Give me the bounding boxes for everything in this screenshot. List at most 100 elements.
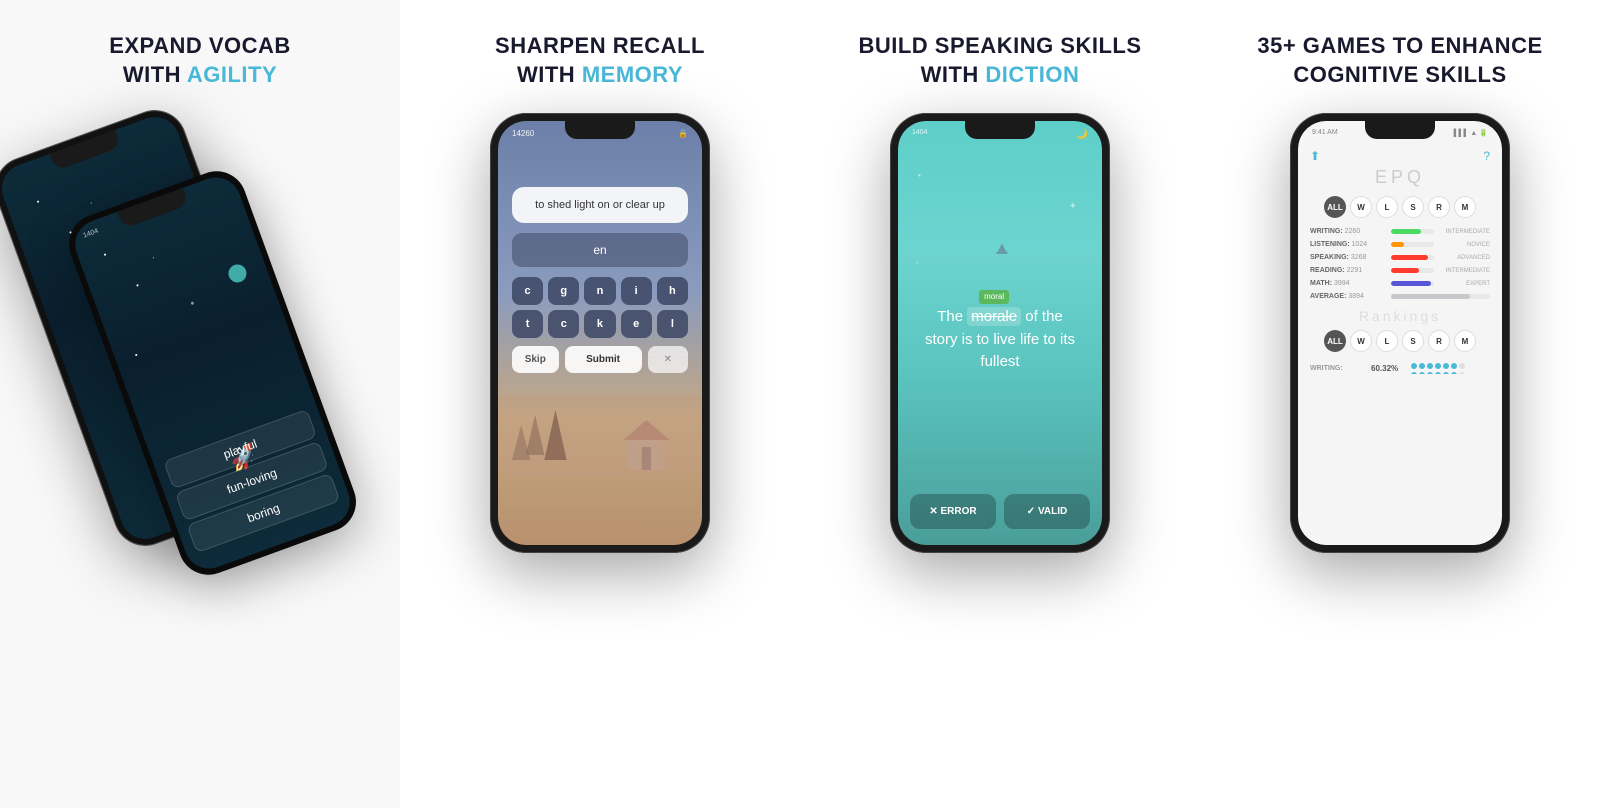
pill-l[interactable]: L: [1376, 196, 1398, 218]
word-choices: playful fun-loving boring: [154, 406, 350, 557]
answer-field[interactable]: en: [512, 233, 688, 267]
status-text: 1404: [82, 228, 99, 240]
stat-level-0: INTERMEDIATE: [1440, 229, 1490, 235]
stat-label-5: AVERAGE: 3894: [1310, 293, 1385, 300]
stat-label-0: WRITING: 2260: [1310, 228, 1385, 235]
diction-screen: 1404 🌙 • ✦ •: [898, 121, 1102, 545]
rank-people: [1408, 362, 1468, 374]
share-icon[interactable]: ⬆: [1310, 149, 1320, 163]
rank-writing-label: WRITING:: [1310, 365, 1365, 372]
progress-fill-1: [1391, 242, 1404, 247]
phone-frame-4: 9:41 AM ▌▌▌ ▲ 🔋 ⬆ ? EPQ ALL W L S R M: [1290, 113, 1510, 553]
boat-icon: [996, 244, 1007, 255]
stat-label-2: SPEAKING: 3268: [1310, 254, 1385, 261]
epq-screen: 9:41 AM ▌▌▌ ▲ 🔋 ⬆ ? EPQ ALL W L S R M: [1298, 121, 1502, 545]
notch-4: [1365, 121, 1435, 139]
star: [104, 254, 107, 257]
phone-tilted-container: 1404 🚀 playful fun-loving boring: [20, 103, 380, 783]
stats-container: WRITING: 2260 INTERMEDIATE LISTENING: 10…: [1310, 228, 1490, 300]
rank-pill-w[interactable]: W: [1350, 330, 1372, 352]
pill-w[interactable]: W: [1350, 196, 1372, 218]
stat-row-5: AVERAGE: 3894: [1310, 293, 1490, 300]
word-error-container: moral morale: [967, 306, 1021, 329]
skip-button[interactable]: Skip: [512, 346, 559, 373]
progress-fill-3: [1391, 268, 1419, 273]
title-line1-4: 35+ GAMES TO ENHANCE: [1257, 33, 1542, 58]
panel-memory: SHARPEN RECALL WITH MEMORY 14260 🛡 4 🔒 t…: [400, 0, 800, 808]
pill-all[interactable]: ALL: [1324, 196, 1346, 218]
notch: [49, 130, 121, 171]
star: [91, 203, 92, 204]
key-i[interactable]: i: [621, 277, 652, 305]
sentence-area: The moral morale of the story is to live…: [910, 306, 1090, 374]
key-c[interactable]: c: [512, 277, 543, 305]
clear-button[interactable]: ✕: [648, 346, 688, 373]
panel-epq: 35+ GAMES TO ENHANCE COGNITIVE SKILLS 9:…: [1200, 0, 1600, 808]
panel-1-title: EXPAND VOCAB WITH AGILITY: [109, 32, 291, 89]
progress-bar-wrap-0: [1391, 229, 1434, 234]
phone-screen-2: 14260 🛡 4 🔒 to shed light on or clear up…: [498, 121, 702, 545]
panel-3-title: BUILD SPEAKING SKILLS WITH DICTION: [858, 32, 1141, 89]
progress-bar-wrap-1: [1391, 242, 1434, 247]
rank-writing-value: 60.32%: [1371, 364, 1398, 373]
panel-2-title: SHARPEN RECALL WITH MEMORY: [495, 32, 705, 89]
key-g[interactable]: g: [548, 277, 579, 305]
signal-icons: ▌▌▌ ▲ 🔋: [1454, 129, 1488, 137]
scene-background: [498, 395, 702, 475]
pill-r[interactable]: R: [1428, 196, 1450, 218]
stat-level-3: INTERMEDIATE: [1440, 268, 1490, 274]
star: [136, 284, 139, 287]
title-line1-2: SHARPEN RECALL: [495, 33, 705, 58]
error-button[interactable]: ✕ ERROR: [910, 494, 996, 529]
stat-level-2: ADVANCED: [1440, 255, 1490, 261]
pill-s[interactable]: S: [1402, 196, 1424, 218]
moon-container: [950, 181, 1050, 286]
title-highlight-3: DICTION: [985, 62, 1079, 87]
rank-pill-m[interactable]: M: [1454, 330, 1476, 352]
title-line2-2: WITH: [517, 62, 582, 87]
stat-level-4: EXPERT: [1440, 281, 1490, 287]
panel-4-title: 35+ GAMES TO ENHANCE COGNITIVE SKILLS: [1257, 32, 1542, 89]
stat-row-0: WRITING: 2260 INTERMEDIATE: [1310, 228, 1490, 235]
status-score: 14260: [512, 129, 534, 138]
key-l[interactable]: l: [657, 310, 688, 338]
rank-pill-r[interactable]: R: [1428, 330, 1450, 352]
star: [135, 354, 138, 357]
stat-label-1: LISTENING: 1024: [1310, 241, 1385, 248]
stat-level-1: NOVICE: [1440, 242, 1490, 248]
phone-screen-3: 1404 🌙 • ✦ •: [898, 121, 1102, 545]
title-line1: EXPAND VOCAB: [109, 33, 291, 58]
rank-pill-s[interactable]: S: [1402, 330, 1424, 352]
phone-screen-4: 9:41 AM ▌▌▌ ▲ 🔋 ⬆ ? EPQ ALL W L S R M: [1298, 121, 1502, 545]
key-n[interactable]: n: [584, 277, 615, 305]
pill-m[interactable]: M: [1454, 196, 1476, 218]
key-e[interactable]: e: [621, 310, 652, 338]
stat-label-4: MATH: 3994: [1310, 280, 1385, 287]
stat-row-3: READING: 2291 INTERMEDIATE: [1310, 267, 1490, 274]
epq-title-text: EPQ: [1310, 167, 1490, 188]
help-icon[interactable]: ?: [1483, 149, 1490, 163]
title-line2: WITH: [123, 62, 187, 87]
star: [190, 301, 194, 305]
progress-fill-5: [1391, 294, 1470, 299]
key-k[interactable]: k: [584, 310, 615, 338]
rank-pill-l[interactable]: L: [1376, 330, 1398, 352]
definition-card: to shed light on or clear up: [512, 187, 688, 223]
valid-button[interactable]: ✓ VALID: [1004, 494, 1090, 529]
star-dot: •: [918, 171, 921, 180]
panel-diction: BUILD SPEAKING SKILLS WITH DICTION 1404 …: [800, 0, 1200, 808]
progress-fill-2: [1391, 255, 1428, 260]
key-t[interactable]: t: [512, 310, 543, 338]
rankings-title: Rankings: [1310, 308, 1490, 324]
trees-svg: [498, 395, 702, 475]
key-h[interactable]: h: [657, 277, 688, 305]
keyboard-grid: c g n i h t c k e l: [512, 277, 688, 338]
key-c2[interactable]: c: [548, 310, 579, 338]
phone-frame-3: 1404 🌙 • ✦ •: [890, 113, 1110, 553]
rank-pill-all[interactable]: ALL: [1324, 330, 1346, 352]
icon-row: ⬆ ?: [1310, 149, 1490, 163]
moon-svg: [950, 181, 1050, 281]
stat-row-4: MATH: 3994 EXPERT: [1310, 280, 1490, 287]
submit-button[interactable]: Submit: [565, 346, 642, 373]
phone-frame-2: 14260 🛡 4 🔒 to shed light on or clear up…: [490, 113, 710, 553]
